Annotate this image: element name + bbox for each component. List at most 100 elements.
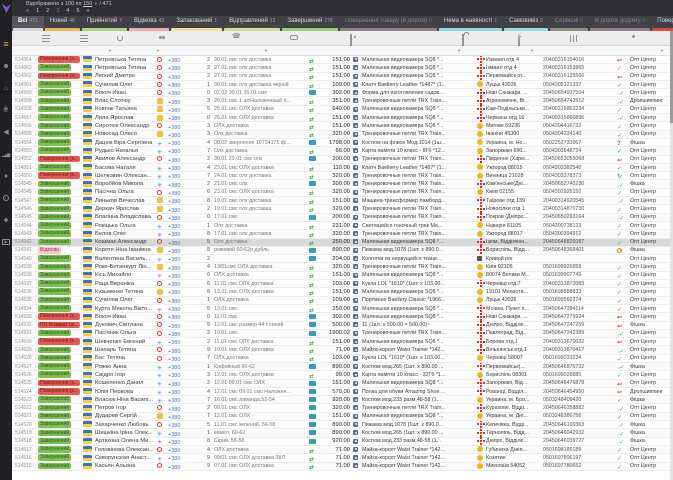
clients-icon[interactable]: ☻ <box>0 55 12 77</box>
status-badge[interactable]: Завершений <box>38 222 72 229</box>
status-badge-cell[interactable]: Завершений <box>38 346 82 354</box>
status-badge-cell[interactable]: Повернення (з... <box>38 56 82 64</box>
phone-link[interactable]: +380 <box>168 465 180 471</box>
status-badge-cell[interactable]: Завершений <box>38 230 82 238</box>
status-badge[interactable]: Завершений <box>38 329 72 337</box>
status-badge[interactable]: Повернення (з... <box>38 313 80 320</box>
status-badge-cell[interactable]: Завершений <box>38 97 82 105</box>
status-badge[interactable]: Завершений <box>38 213 72 221</box>
tab-Завершений[interactable]: Завершений 278 <box>281 16 338 31</box>
pager-page-4[interactable]: 4 <box>66 8 69 14</box>
filter-dropdown-icon[interactable]: ▼ <box>156 48 160 53</box>
status-badge-cell[interactable]: Завершений <box>38 354 82 362</box>
status-badge-cell[interactable]: Повернення (з... <box>38 313 82 321</box>
status-badge[interactable]: ПО Возврат ск... <box>38 321 80 329</box>
comments-icon[interactable] <box>290 35 298 40</box>
pager-first-button[interactable]: « <box>26 8 29 14</box>
filter-dropdown-icon[interactable]: ▼ <box>660 48 664 53</box>
info-icon[interactable]: i <box>0 187 12 209</box>
status-badge-cell[interactable]: Завершений <box>38 288 82 296</box>
status-badge[interactable]: Завершений <box>38 280 72 287</box>
status-badge[interactable]: Завершений <box>38 81 72 88</box>
status-badge-cell[interactable]: Завершений <box>38 180 82 188</box>
status-badge[interactable]: Повернення (з... <box>38 72 80 80</box>
status-badge[interactable]: Завершений <box>38 429 72 437</box>
status-badge[interactable]: Повернення (з... <box>38 338 80 345</box>
status-badge-cell[interactable]: Повернення (з... <box>38 338 82 346</box>
home-icon[interactable]: ⌂ <box>0 77 12 99</box>
status-badge[interactable]: Завершений <box>38 454 72 461</box>
status-badge-cell[interactable]: Завершений <box>38 122 82 130</box>
tab-Сервісні[interactable]: Сервісні 0 <box>549 16 589 31</box>
status-badge[interactable]: Завершений <box>38 446 72 453</box>
status-badge[interactable]: Завершений <box>38 147 72 154</box>
status-badge-cell[interactable]: Завершений <box>38 130 82 138</box>
status-list-icon[interactable] <box>80 35 88 42</box>
status-badge-cell[interactable]: Завершений <box>38 238 82 246</box>
pager-last-button[interactable]: » <box>86 8 89 14</box>
filter-dropdown-icon[interactable]: ▼ <box>457 48 461 53</box>
filter-dropdown-icon[interactable]: ▼ <box>530 48 534 53</box>
status-badge[interactable]: Завершений <box>38 238 72 246</box>
status-badge[interactable]: Завершений <box>38 437 72 445</box>
status-badge[interactable]: Завершений <box>38 230 72 237</box>
tab-Повернення товару (в дорозі)[interactable]: Повернення товару (в дорозі) 0 <box>339 16 438 31</box>
tab-Повернен[interactable]: Повернен <box>651 16 673 31</box>
status-badge-cell[interactable]: Повернення (з... <box>38 155 82 163</box>
tab-Новий[interactable]: Новий 48 <box>44 16 81 31</box>
tab-В дорозі додому[interactable]: В дорозі додому 0 <box>589 16 651 31</box>
status-badge-cell[interactable]: Завершений <box>38 263 82 271</box>
status-badge[interactable]: Завершений <box>38 396 72 403</box>
status-badge-cell[interactable]: Завершений <box>38 363 82 371</box>
status-badge-cell[interactable]: Завершений <box>38 222 82 230</box>
status-badge[interactable]: Завершений <box>38 197 72 204</box>
status-badge-cell[interactable]: Завершений <box>38 213 82 221</box>
status-badge-cell[interactable]: Завершений <box>38 164 82 172</box>
tab-Нема в наявності[interactable]: Нема в наявності 1 <box>438 16 503 31</box>
status-badge-cell[interactable]: Завершений <box>38 64 82 72</box>
pager-page-2[interactable]: 2 <box>46 8 49 14</box>
status-badge-cell[interactable]: Завершений <box>38 446 82 454</box>
status-badge[interactable]: Завершений <box>38 105 72 113</box>
finance-icon[interactable]: ₴ <box>0 99 12 121</box>
status-badge-cell[interactable]: Завершений <box>38 255 82 263</box>
status-badge[interactable]: Завершений <box>38 404 72 412</box>
status-badge[interactable]: Завершений <box>38 164 72 171</box>
status-badge[interactable]: Завершений <box>38 271 72 279</box>
status-badge-cell[interactable]: Завершений <box>38 396 82 404</box>
marketing-icon[interactable]: ◀ <box>0 121 12 143</box>
status-badge-cell[interactable]: Завершений <box>38 105 82 113</box>
products-icon[interactable]: ♦ <box>0 165 12 187</box>
status-badge[interactable]: Завершений <box>38 346 72 354</box>
status-badge[interactable]: Завершений <box>38 354 72 362</box>
status-badge-cell[interactable]: Завершений <box>38 89 82 97</box>
status-badge-cell[interactable]: Завершений <box>38 296 82 304</box>
status-badge-cell[interactable]: Завершений <box>38 271 82 279</box>
status-badge[interactable]: Завершений <box>38 462 72 470</box>
menu-icon[interactable]: ≡ <box>0 33 12 55</box>
status-badge[interactable]: Завершений <box>38 122 72 130</box>
status-badge-cell[interactable]: Повернення (з... <box>38 72 82 80</box>
status-badge-cell[interactable]: Завершений <box>38 429 82 437</box>
status-badge[interactable]: Завершений <box>38 188 72 196</box>
tab-Відмова[interactable]: Відмова 42 <box>128 16 170 31</box>
stats-icon[interactable]: ▂▄▆ <box>0 143 12 165</box>
status-badge[interactable]: Завершений <box>38 114 72 121</box>
status-badge[interactable]: Завершений <box>38 288 72 295</box>
pager-page-5[interactable]: 5 <box>76 8 79 14</box>
status-badge[interactable]: Завершений <box>38 64 72 71</box>
phone-icon[interactable]: ☎ <box>232 33 241 40</box>
status-badge-cell[interactable]: Завершений <box>38 454 82 462</box>
status-badge[interactable]: Завершений <box>38 296 72 304</box>
status-badge-cell[interactable]: ПО Возврат ск... <box>38 321 82 329</box>
status-badge-cell[interactable]: Завершений <box>38 421 82 429</box>
status-badge-cell[interactable]: Завершений <box>38 437 82 445</box>
status-badge[interactable]: Завершений <box>38 412 72 420</box>
status-badge[interactable]: Завершений <box>38 255 72 262</box>
status-badge[interactable]: Повернення (з... <box>38 172 80 179</box>
status-badge-cell[interactable]: Завершений <box>38 329 82 337</box>
status-badge-cell[interactable]: Завершений <box>38 139 82 147</box>
status-badge-cell[interactable]: Завершений <box>38 404 82 412</box>
social-icon[interactable]: ♣ <box>0 209 12 231</box>
tab-Самовивіз[interactable]: Самовивіз 2 <box>503 16 549 31</box>
